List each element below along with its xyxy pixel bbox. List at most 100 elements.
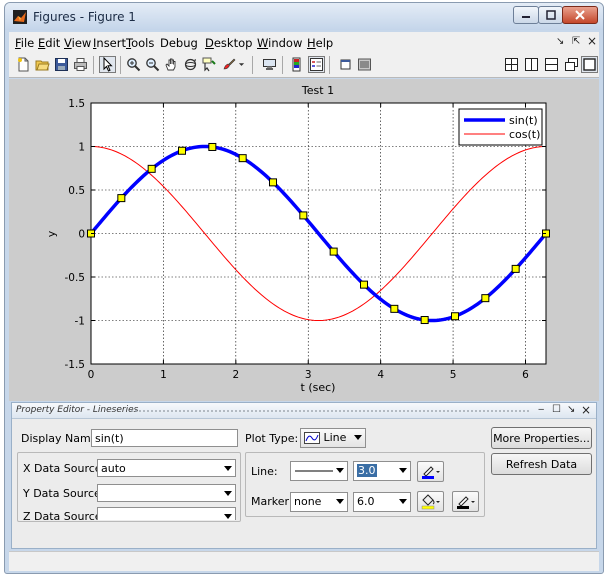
menu-help[interactable]: Help bbox=[307, 36, 333, 50]
z-data-source-dropdown[interactable] bbox=[97, 507, 236, 520]
sin-marker[interactable] bbox=[299, 211, 308, 220]
line-color-button[interactable] bbox=[417, 461, 444, 482]
x-tick-label: 1 bbox=[160, 369, 167, 381]
menu-insert[interactable]: Insert bbox=[93, 36, 126, 50]
toolbar-separator bbox=[329, 56, 330, 74]
dock-arrow-icon[interactable]: ↘ bbox=[556, 36, 564, 47]
data-cursor-button[interactable] bbox=[201, 56, 218, 73]
y-tick-label: 0 bbox=[78, 229, 85, 241]
brush-dropdown-button[interactable] bbox=[237, 56, 245, 73]
sin-marker[interactable] bbox=[511, 264, 520, 273]
show-plot-tools-button[interactable] bbox=[356, 56, 373, 73]
sin-marker[interactable] bbox=[481, 294, 490, 303]
legend-sin-label: sin(t) bbox=[509, 114, 538, 127]
y-tick-label: 1.5 bbox=[68, 98, 85, 110]
display-name-field[interactable]: sin(t) bbox=[91, 429, 238, 447]
marker-size-dropdown[interactable]: 6.0 bbox=[353, 492, 411, 512]
x-data-source-label: X Data Source: bbox=[23, 462, 106, 475]
tile-layout-button[interactable] bbox=[503, 56, 520, 73]
plot-svg[interactable]: 0 1 2 3 4 5 6 -1.5 -1 -0.5 0 0.5 1 1.5 Test 1 t (sec)… bbox=[9, 79, 599, 401]
chevron-down-icon bbox=[354, 435, 362, 440]
x-tick-label: 6 bbox=[522, 369, 529, 381]
save-figure-button[interactable] bbox=[53, 56, 70, 73]
chevron-down-icon bbox=[224, 466, 232, 471]
rotate-3d-button[interactable] bbox=[182, 56, 199, 73]
rotate-3d-icon bbox=[184, 58, 197, 71]
menu-file[interactable]: File bbox=[15, 36, 34, 50]
edit-plot-button[interactable] bbox=[99, 56, 116, 73]
toolbar-separator bbox=[252, 56, 253, 74]
sin-marker[interactable] bbox=[420, 316, 429, 325]
line-width-dropdown[interactable]: 3.0 bbox=[353, 461, 411, 481]
insert-colorbar-button[interactable] bbox=[288, 56, 305, 73]
menu-view[interactable]: View bbox=[64, 36, 91, 50]
printer-icon bbox=[74, 58, 87, 71]
zoom-in-button[interactable] bbox=[125, 56, 142, 73]
sin-marker[interactable] bbox=[451, 312, 459, 321]
line-style-preview bbox=[295, 470, 333, 472]
minimize-button[interactable] bbox=[513, 6, 539, 24]
panel-close-icon[interactable]: × bbox=[581, 403, 591, 417]
legend-box[interactable]: sin(t) cos(t) bbox=[458, 108, 543, 146]
sin-marker[interactable] bbox=[238, 154, 247, 163]
x-data-source-dropdown[interactable]: auto bbox=[97, 459, 236, 477]
display-name-label: Display Name: bbox=[21, 432, 102, 445]
menu-debug[interactable]: Debug bbox=[160, 36, 198, 50]
show-tools-icon bbox=[358, 58, 371, 71]
figure-canvas[interactable]: 0 1 2 3 4 5 6 -1.5 -1 -0.5 0 0.5 1 1.5 Test 1 t (sec)… bbox=[9, 79, 599, 401]
maximize-layout-button[interactable] bbox=[581, 56, 598, 73]
sin-marker[interactable] bbox=[117, 194, 126, 203]
sin-marker[interactable] bbox=[390, 304, 399, 313]
menu-desktop[interactable]: Desktop bbox=[205, 36, 252, 50]
sin-marker[interactable] bbox=[269, 178, 277, 187]
arrow-pointer-icon bbox=[103, 57, 113, 72]
sin-marker[interactable] bbox=[178, 146, 186, 155]
menu-edit[interactable]: Edit bbox=[38, 36, 60, 50]
toolbar-separator bbox=[93, 56, 94, 74]
y-data-source-dropdown[interactable] bbox=[97, 484, 236, 502]
marker-style-dropdown[interactable]: none bbox=[290, 492, 348, 512]
panel-minimize-icon[interactable]: ‒ bbox=[538, 404, 544, 415]
line-label: Line: bbox=[251, 465, 278, 478]
more-properties-button[interactable]: More Properties... bbox=[491, 427, 592, 449]
chevron-down-icon bbox=[336, 499, 344, 504]
print-figure-button[interactable] bbox=[72, 56, 89, 73]
marker-edge-color-button[interactable] bbox=[452, 491, 479, 512]
open-file-button[interactable] bbox=[34, 56, 51, 73]
plot-type-label: Plot Type: bbox=[245, 432, 299, 445]
top-bottom-layout-button[interactable] bbox=[543, 56, 560, 73]
property-editor-titlebar[interactable]: Property Editor - Lineseries ‒ ☐ ↘ × bbox=[12, 403, 596, 419]
maximize-button[interactable] bbox=[538, 6, 563, 24]
chevron-down-icon bbox=[224, 514, 232, 519]
hide-plot-tools-button[interactable] bbox=[337, 56, 354, 73]
link-plot-button[interactable] bbox=[261, 56, 278, 73]
drag-grip[interactable] bbox=[130, 409, 530, 413]
pen-color-icon bbox=[456, 495, 475, 509]
panel-pin-icon[interactable]: ↘ bbox=[567, 404, 575, 415]
pan-button[interactable] bbox=[163, 56, 180, 73]
menu-tools[interactable]: Tools bbox=[126, 36, 154, 50]
sin-marker[interactable] bbox=[147, 164, 156, 173]
title-bar[interactable]: Figures - Figure 1 bbox=[5, 3, 603, 30]
chevron-down-icon bbox=[399, 468, 407, 473]
close-window-button[interactable] bbox=[562, 6, 598, 24]
panel-undock-icon[interactable]: ☐ bbox=[552, 404, 561, 415]
toolbar-separator bbox=[120, 56, 121, 74]
pin-icon[interactable]: ⇱ bbox=[572, 36, 580, 47]
line-style-dropdown[interactable] bbox=[290, 461, 348, 481]
sin-marker[interactable] bbox=[360, 280, 368, 289]
close-document-icon[interactable]: × bbox=[587, 34, 597, 48]
menu-window[interactable]: Window bbox=[257, 36, 302, 50]
brush-button[interactable] bbox=[220, 56, 237, 73]
sin-marker[interactable] bbox=[329, 247, 338, 256]
colorbar-icon bbox=[292, 57, 301, 72]
sin-marker[interactable] bbox=[208, 142, 217, 151]
zoom-out-button[interactable] bbox=[144, 56, 161, 73]
left-right-layout-button[interactable] bbox=[523, 56, 540, 73]
insert-legend-button[interactable] bbox=[308, 56, 325, 73]
marker-face-color-button[interactable] bbox=[417, 491, 444, 512]
new-figure-button[interactable] bbox=[15, 56, 32, 73]
float-layout-button[interactable] bbox=[563, 56, 580, 73]
plot-type-dropdown[interactable]: Line bbox=[300, 428, 366, 448]
refresh-data-button[interactable]: Refresh Data bbox=[491, 453, 592, 475]
